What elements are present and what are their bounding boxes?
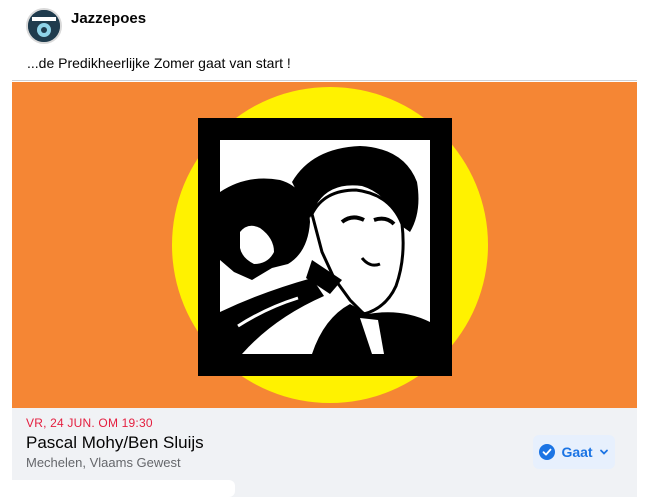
- going-button[interactable]: Gaat: [533, 435, 615, 469]
- page-name[interactable]: Jazzepoes: [71, 10, 146, 27]
- jazzepoes-logo-icon: [28, 10, 60, 42]
- post-card: Jazzepoes ...de Predikheerlijke Zomer ga…: [0, 0, 637, 497]
- chevron-down-icon: [599, 449, 608, 455]
- event-location: Mechelen, Vlaams Gewest: [26, 455, 181, 470]
- event-banner-image[interactable]: ak: [12, 82, 637, 408]
- going-label: Gaat: [561, 444, 593, 460]
- divider: [12, 80, 637, 81]
- page-edge: [637, 0, 650, 497]
- event-title[interactable]: Pascal Mohy/Ben Sluijs: [26, 433, 204, 453]
- page-avatar[interactable]: [26, 8, 62, 44]
- event-date: VR, 24 JUN. OM 19:30: [26, 416, 153, 430]
- post-text: ...de Predikheerlijke Zomer gaat van sta…: [27, 55, 291, 71]
- artist-mark: ak: [414, 338, 426, 349]
- check-circle-icon: [539, 444, 556, 460]
- jazz-poster-illustration: ak: [12, 82, 637, 408]
- bottom-edge: [0, 480, 235, 497]
